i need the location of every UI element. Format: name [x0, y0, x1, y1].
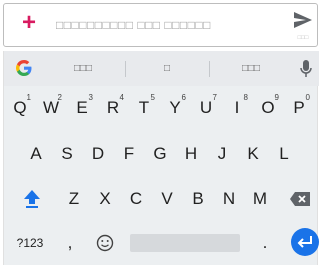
suggestion-divider	[209, 61, 210, 77]
shift-icon	[24, 190, 40, 208]
shift-key[interactable]	[14, 182, 50, 216]
key-l[interactable]: L	[268, 137, 300, 171]
key-i[interactable]: I8	[221, 91, 253, 125]
key-b[interactable]: B	[182, 182, 214, 216]
key-label: P	[293, 98, 305, 117]
key-label: Y	[169, 98, 181, 117]
key-hint: 0	[305, 93, 310, 102]
key-m[interactable]: M	[244, 182, 276, 216]
key-y[interactable]: Y6	[159, 91, 191, 125]
key-k[interactable]: K	[237, 137, 269, 171]
key-hint: 7	[212, 93, 217, 102]
microphone-icon[interactable]	[300, 59, 312, 79]
suggestion-divider	[125, 61, 126, 77]
key-u[interactable]: U7	[190, 91, 222, 125]
send-icon	[294, 12, 312, 28]
key-hint: 1	[26, 93, 31, 102]
key-label: I	[234, 98, 240, 117]
key-hint: 4	[119, 93, 124, 102]
comma-key[interactable]: ,	[58, 226, 82, 260]
key-f[interactable]: F	[113, 137, 145, 171]
key-label: Q	[13, 98, 27, 117]
message-compose-bar: + □□□□□□□□□□ □□□ □□□□□□ □□□	[3, 3, 318, 47]
key-h[interactable]: H	[175, 137, 207, 171]
key-o[interactable]: O9	[252, 91, 284, 125]
key-hint: 3	[88, 93, 93, 102]
key-label: U	[199, 98, 213, 117]
key-d[interactable]: D	[82, 137, 114, 171]
key-hint: 5	[150, 93, 155, 102]
message-input[interactable]: □□□□□□□□□□ □□□ □□□□□□	[56, 18, 256, 34]
google-icon[interactable]	[14, 58, 34, 78]
key-x[interactable]: X	[89, 182, 121, 216]
space-bar[interactable]	[130, 234, 240, 252]
key-g[interactable]: G	[144, 137, 176, 171]
suggestion-2[interactable]: □	[132, 61, 202, 77]
send-button[interactable]: □□□	[291, 10, 315, 44]
add-attachment-button[interactable]: +	[18, 11, 40, 35]
suggestion-3[interactable]: □□□	[216, 61, 286, 77]
key-q[interactable]: Q1	[4, 91, 36, 125]
key-hint: 2	[57, 93, 62, 102]
key-c[interactable]: C	[120, 182, 152, 216]
key-hint: 8	[243, 93, 248, 102]
emoji-icon	[96, 234, 114, 252]
enter-arrow-icon	[297, 236, 312, 248]
key-v[interactable]: V	[151, 182, 183, 216]
key-w[interactable]: W2	[35, 91, 67, 125]
enter-key[interactable]	[291, 228, 319, 256]
key-j[interactable]: J	[206, 137, 238, 171]
key-label: T	[138, 98, 150, 117]
key-t[interactable]: T5	[128, 91, 160, 125]
key-s[interactable]: S	[51, 137, 83, 171]
period-key[interactable]: .	[252, 226, 278, 260]
key-n[interactable]: N	[213, 182, 245, 216]
key-z[interactable]: Z	[58, 182, 90, 216]
send-sublabel: □□□	[297, 35, 309, 41]
key-r[interactable]: R4	[97, 91, 129, 125]
on-screen-keyboard: □□□ □ □□□ Q1 W2 E3 R4 T5 Y6 U7 I8 O9 P0 …	[3, 51, 319, 265]
key-label: R	[106, 98, 120, 117]
key-p[interactable]: P0	[283, 91, 315, 125]
key-e[interactable]: E3	[66, 91, 98, 125]
backspace-icon	[290, 192, 310, 206]
key-a[interactable]: A	[20, 137, 52, 171]
emoji-key[interactable]	[88, 226, 122, 260]
suggestion-strip: □□□ □ □□□	[4, 51, 319, 86]
suggestion-1[interactable]: □□□	[48, 61, 118, 77]
key-hint: 6	[181, 93, 186, 102]
key-label: O	[261, 98, 275, 117]
backspace-key[interactable]	[282, 182, 318, 216]
key-hint: 9	[274, 93, 279, 102]
key-label: E	[76, 98, 88, 117]
symbols-key[interactable]: ?123	[10, 226, 50, 260]
